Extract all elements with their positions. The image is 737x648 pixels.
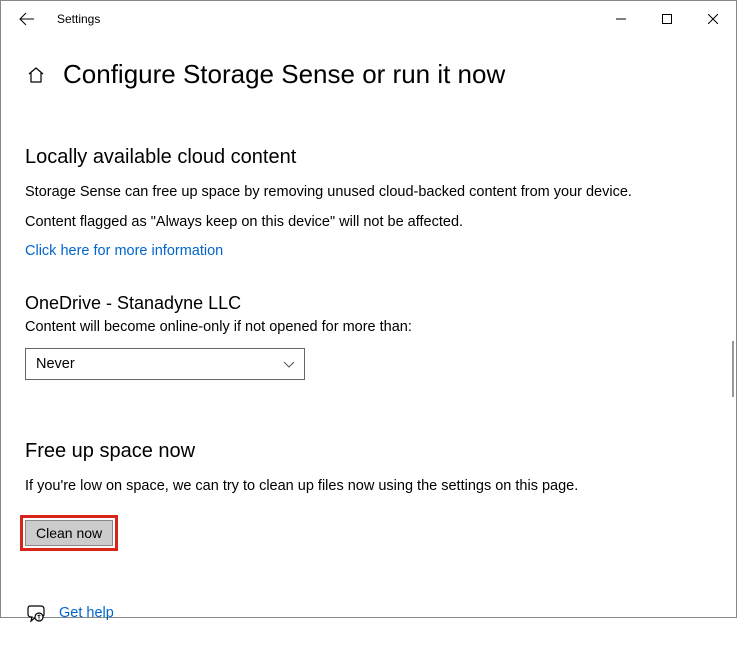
titlebar: Settings — [1, 1, 736, 37]
help-row: Get help — [25, 602, 712, 624]
window-title: Settings — [57, 12, 100, 26]
freeup-desc: If you're low on space, we can try to cl… — [25, 477, 712, 497]
maximize-button[interactable] — [644, 3, 690, 35]
select-value: Never — [36, 356, 282, 372]
freeup-section-heading: Free up space now — [25, 440, 712, 463]
onedrive-duration-select[interactable]: Never — [25, 348, 305, 380]
close-button[interactable] — [690, 3, 736, 35]
close-icon — [708, 14, 718, 24]
home-icon — [26, 65, 46, 85]
get-help-icon — [25, 602, 47, 624]
page-header: Configure Storage Sense or run it now — [1, 37, 736, 100]
minimize-icon — [616, 14, 626, 24]
chat-bubble-icon — [26, 603, 46, 623]
get-help-link[interactable]: Get help — [59, 605, 114, 621]
page-title: Configure Storage Sense or run it now — [63, 59, 505, 90]
onedrive-account-desc: Content will become online-only if not o… — [25, 318, 712, 338]
scrollbar-thumb[interactable] — [732, 341, 734, 397]
clean-now-button[interactable]: Clean now — [25, 520, 113, 546]
chevron-down-icon — [282, 357, 296, 371]
arrow-left-icon — [19, 11, 35, 27]
maximize-icon — [662, 14, 672, 24]
window-controls — [598, 3, 736, 35]
cloud-desc-1: Storage Sense can free up space by remov… — [25, 183, 712, 203]
more-info-link[interactable]: Click here for more information — [25, 243, 223, 259]
cloud-section-heading: Locally available cloud content — [25, 146, 712, 169]
minimize-button[interactable] — [598, 3, 644, 35]
onedrive-account-heading: OneDrive - Stanadyne LLC — [25, 293, 712, 314]
back-button[interactable] — [11, 3, 43, 35]
cloud-desc-2: Content flagged as "Always keep on this … — [25, 213, 712, 233]
home-button[interactable] — [25, 64, 47, 86]
content-area: Locally available cloud content Storage … — [1, 146, 736, 648]
